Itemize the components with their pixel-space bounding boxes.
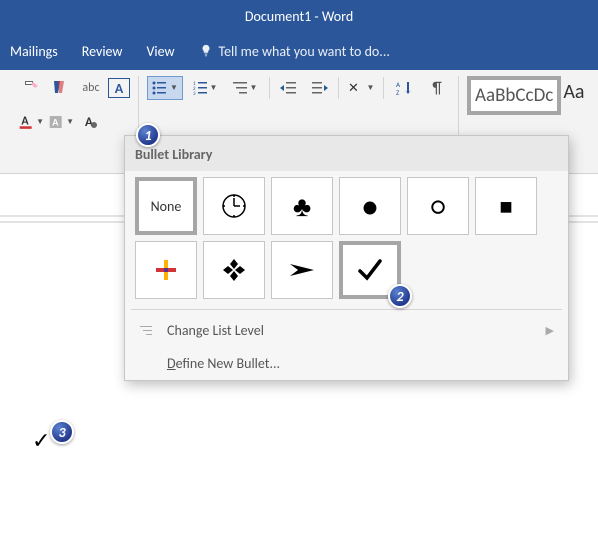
clock-icon — [221, 193, 247, 219]
character-shading-icon[interactable]: A — [78, 110, 104, 134]
tab-view[interactable]: View — [146, 43, 174, 60]
chevron-right-icon: ▶ — [546, 324, 554, 337]
styles-group: AaBbCcDc Aa — [459, 76, 586, 115]
bullet-disc[interactable]: ● — [339, 177, 401, 235]
bullet-circle[interactable]: ○ — [407, 177, 469, 235]
ribbon-tabs: Mailings Review View Tell me what you wa… — [0, 32, 598, 70]
lightbulb-icon — [199, 44, 213, 58]
font-color-icon[interactable]: A▼ — [18, 110, 44, 134]
document-bullet-line: ✓ — [32, 427, 50, 454]
show-hide-button[interactable]: ¶ — [424, 76, 450, 100]
define-new-bullet-item[interactable]: Define New Bullet... — [125, 347, 568, 380]
svg-text:A: A — [85, 115, 93, 130]
multilevel-list-button[interactable]: ▼ — [227, 76, 263, 100]
arrowhead-icon — [288, 260, 316, 280]
tab-review[interactable]: Review — [82, 43, 123, 60]
asian-layout-button[interactable]: ✕▼ — [345, 76, 377, 100]
multilevel-list-icon — [233, 81, 249, 95]
bullet-list-icon — [152, 81, 168, 95]
change-list-level-item[interactable]: Change List Level ▶ — [125, 314, 568, 347]
dropdown-header: Bullet Library — [125, 136, 568, 171]
character-border-icon[interactable]: abc — [78, 76, 104, 100]
bullet-grid: None ♣ ● ○ ■ — [125, 171, 568, 305]
bullet-diamond4[interactable] — [203, 241, 265, 299]
style-extra[interactable]: Aa — [561, 76, 586, 108]
enclose-characters-icon[interactable]: A — [108, 78, 130, 98]
indent-icon — [139, 325, 155, 337]
font-group: abc A A▼ A▼ A — [10, 76, 139, 168]
sort-button[interactable]: AZ — [390, 76, 420, 100]
callout-badge-3: 3 — [50, 420, 74, 444]
document-title: Document1 - Word — [245, 8, 353, 25]
decrease-indent-button[interactable] — [276, 76, 302, 100]
clear-formatting-icon[interactable] — [48, 76, 74, 100]
text-highlight-icon[interactable]: A▼ — [48, 110, 74, 134]
bullet-arrow[interactable] — [271, 241, 333, 299]
bullet-none[interactable]: None — [135, 177, 197, 235]
svg-text:3: 3 — [193, 91, 196, 95]
svg-text:A: A — [52, 115, 59, 128]
increase-indent-button[interactable] — [306, 76, 332, 100]
flower-icon — [154, 258, 178, 282]
style-normal[interactable]: AaBbCcDc — [467, 76, 561, 115]
bullet-clock[interactable] — [203, 177, 265, 235]
tell-me-search[interactable]: Tell me what you want to do... — [199, 43, 390, 60]
bullets-button[interactable]: ▼ — [147, 76, 183, 100]
bullet-library-dropdown: Bullet Library None ♣ ● ○ ■ Change List … — [124, 135, 569, 381]
svg-text:✕: ✕ — [348, 81, 359, 96]
bullet-square[interactable]: ■ — [475, 177, 537, 235]
number-list-icon: 123 — [193, 81, 209, 95]
format-painter-icon[interactable] — [18, 76, 44, 100]
tab-mailings[interactable]: Mailings — [10, 43, 58, 60]
numbering-button[interactable]: 123 ▼ — [187, 76, 223, 100]
four-diamond-icon — [221, 257, 247, 283]
checkmark-bullet-icon: ✓ — [32, 428, 50, 453]
callout-badge-1: 1 — [136, 123, 160, 147]
bullet-club[interactable]: ♣ — [271, 177, 333, 235]
checkmark-icon — [357, 258, 383, 282]
callout-badge-2: 2 — [388, 284, 412, 308]
title-bar: Document1 - Word — [0, 0, 598, 32]
svg-text:Z: Z — [396, 88, 400, 96]
dropdown-separator — [131, 309, 562, 310]
bullet-flower[interactable] — [135, 241, 197, 299]
